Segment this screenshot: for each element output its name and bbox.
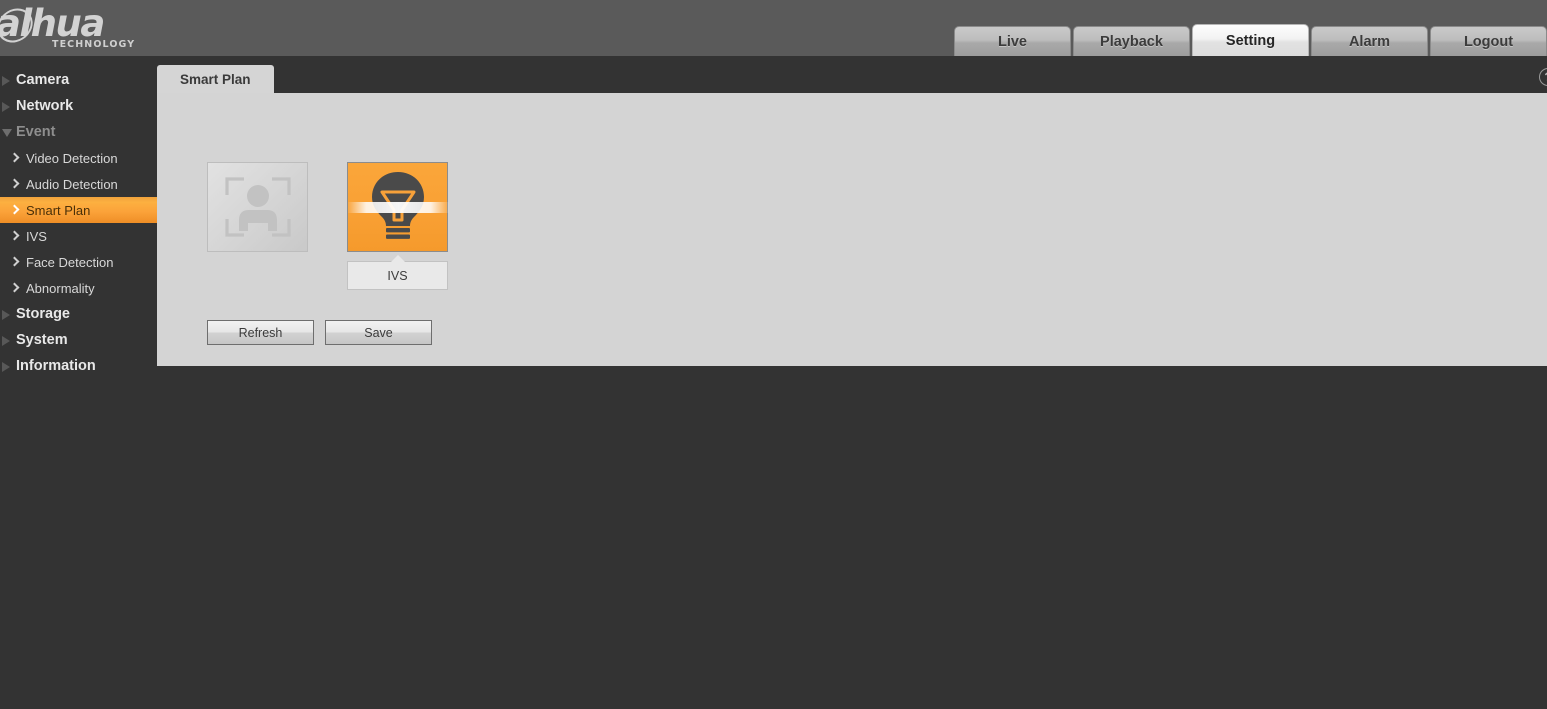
content-area: Smart Plan ? [157,56,1547,366]
plan-ivs: IVS [347,162,449,290]
help-icon[interactable]: ? [1539,68,1547,86]
face-detection-icon [224,177,291,237]
nav-tab-live[interactable]: Live [954,26,1071,56]
sidebar-item-network[interactable]: Network [0,93,157,119]
tab-smart-plan[interactable]: Smart Plan [157,65,274,93]
sidebar-item-face-detection[interactable]: Face Detection [0,249,157,275]
lightbulb-icon [371,172,424,239]
plan-face-detection [207,162,308,252]
sidebar-item-ivs[interactable]: IVS [0,223,157,249]
plan-icon-group: IVS [207,162,449,290]
chevron-right-icon [2,362,10,372]
sidebar-item-event[interactable]: Event [0,119,157,145]
top-navigation: Live Playback Setting Alarm Logout [952,24,1547,56]
sidebar-item-label: IVS [26,228,47,244]
sidebar-item-label: Smart Plan [26,202,91,218]
sidebar-item-label: Storage [16,306,70,322]
sidebar-item-system[interactable]: System [0,327,157,353]
sidebar-item-label: Video Detection [26,150,118,166]
sidebar-item-label: Camera [16,72,70,88]
app-header: alhua TECHNOLOGY Live Playback Setting A… [0,0,1547,56]
chevron-right-icon [10,179,20,189]
sidebar-item-smart-plan[interactable]: Smart Plan [0,197,157,223]
refresh-button[interactable]: Refresh [207,320,314,345]
nav-tab-setting[interactable]: Setting [1192,24,1309,56]
chevron-right-icon [2,336,10,346]
logo-tagline: TECHNOLOGY [52,39,136,50]
sidebar-item-storage[interactable]: Storage [0,301,157,327]
chevron-right-icon [2,310,10,320]
chevron-right-icon [10,153,20,163]
sidebar-item-label: Audio Detection [26,176,118,192]
sidebar-navigation: Camera Network Event Video Detection Aud… [0,56,157,709]
sidebar-item-camera[interactable]: Camera [0,67,157,93]
chevron-right-icon [10,205,20,215]
sidebar-item-label: Event [16,124,56,140]
smart-plan-panel: IVS Refresh Save [157,93,1547,366]
sidebar-item-label: Face Detection [26,254,114,270]
chevron-down-icon [2,129,12,137]
action-button-group: Refresh Save [207,320,432,345]
nav-tab-alarm[interactable]: Alarm [1311,26,1428,56]
lightbulb-icon-wrap [348,162,449,252]
sidebar-item-label: Abnormality [26,280,95,296]
sidebar-item-abnormality[interactable]: Abnormality [0,275,157,301]
nav-tab-logout[interactable]: Logout [1430,26,1547,56]
sidebar-item-label: System [16,332,68,348]
chevron-right-icon [2,102,10,112]
plan-face-detection-button[interactable] [207,162,308,252]
chevron-right-icon [10,231,20,241]
save-button[interactable]: Save [325,320,432,345]
plan-ivs-label: IVS [347,254,448,290]
dahua-logo-icon: alhua TECHNOLOGY [0,2,146,52]
sidebar-item-video-detection[interactable]: Video Detection [0,145,157,171]
content-tabstrip: Smart Plan ? [157,56,1547,93]
sidebar-item-label: Information [16,358,96,374]
chevron-right-icon [10,257,20,267]
chevron-right-icon [2,76,10,86]
plan-ivs-button[interactable] [347,162,449,252]
sidebar-item-label: Network [16,98,74,114]
chevron-right-icon [10,283,20,293]
sidebar-item-information[interactable]: Information [0,353,157,379]
nav-tab-playback[interactable]: Playback [1073,26,1190,56]
sidebar-item-audio-detection[interactable]: Audio Detection [0,171,157,197]
